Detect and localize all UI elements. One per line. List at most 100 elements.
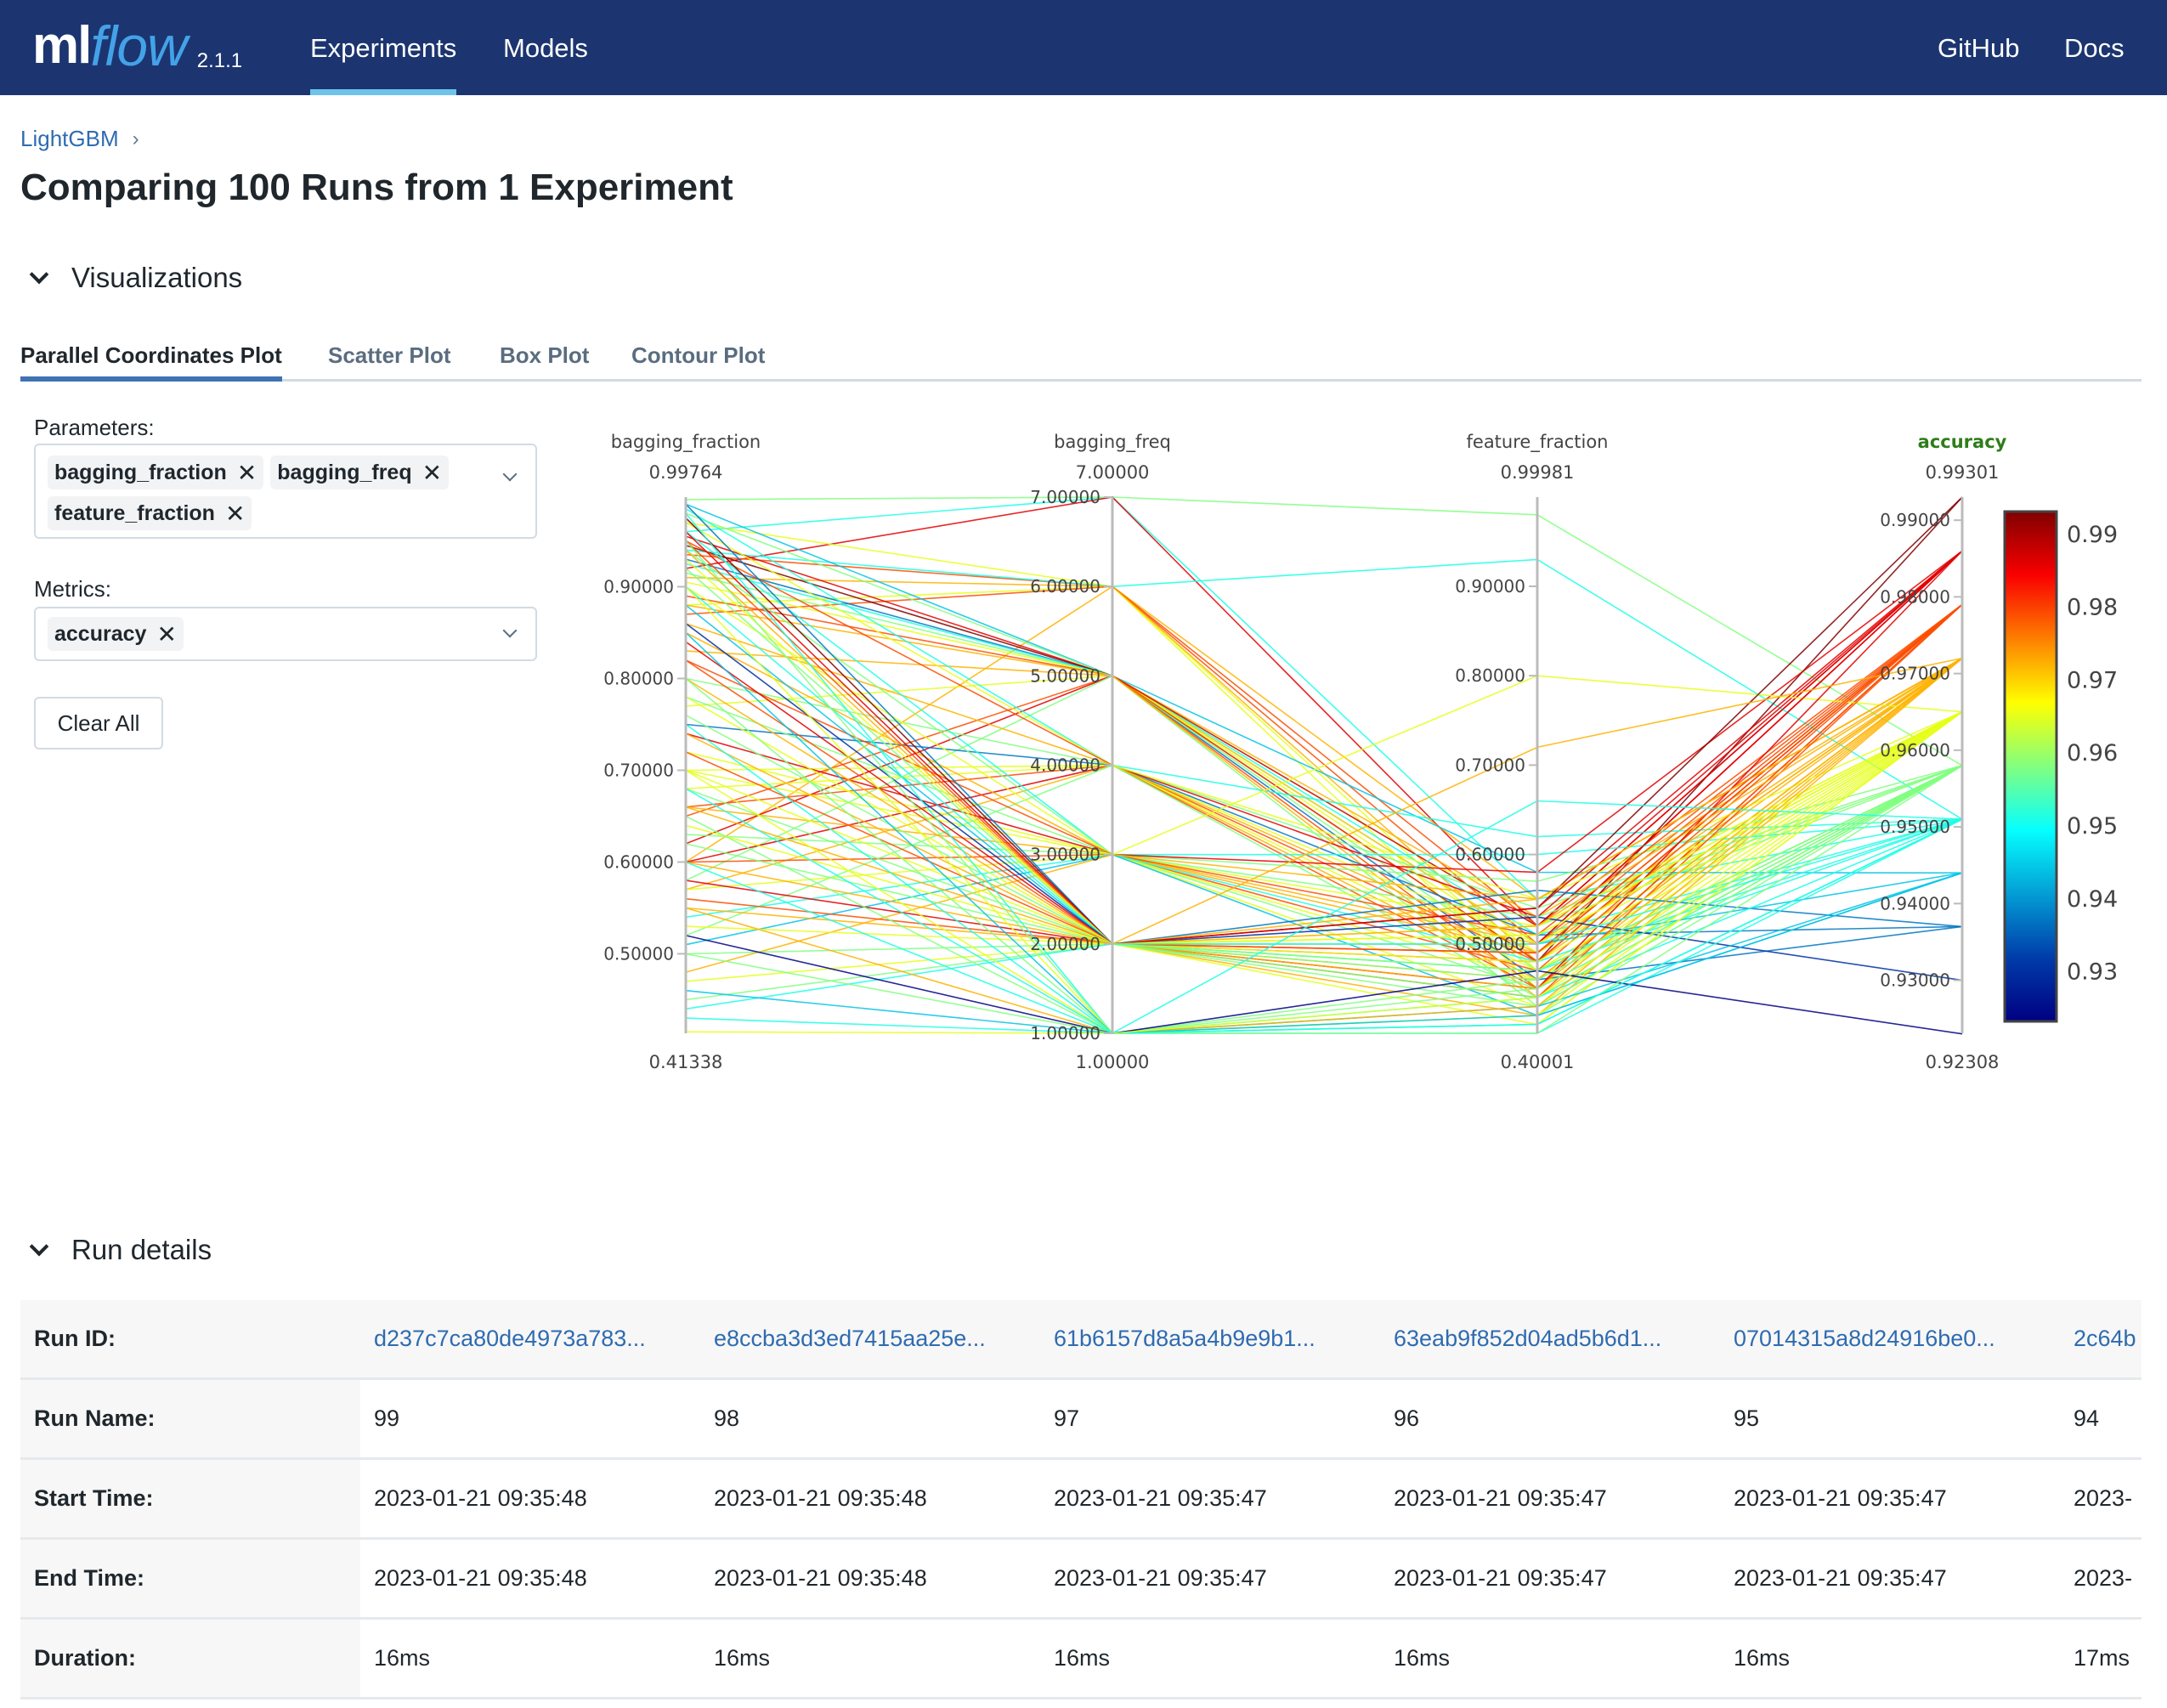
- param-tag-label: bagging_freq: [277, 460, 412, 484]
- axis-min-label: 1.00000: [1076, 1052, 1150, 1072]
- parameters-select[interactable]: bagging_fraction ✕ bagging_freq ✕ featur…: [34, 444, 537, 539]
- breadcrumb-experiment-link[interactable]: LightGBM: [20, 126, 119, 152]
- start-time-cell: 2023-01-21 09:35:47: [1394, 1485, 1607, 1511]
- tick-label: 0.98000: [1880, 586, 1950, 607]
- run-id-link[interactable]: 63eab9f852d04ad5b6d1...: [1394, 1300, 1734, 1377]
- axis-title: feature_fraction: [1467, 432, 1609, 453]
- nav-experiments[interactable]: Experiments: [310, 0, 457, 95]
- tick-label: 0.93000: [1880, 970, 1950, 991]
- version-label: 2.1.1: [196, 49, 243, 72]
- visualizations-toggle[interactable]: Visualizations: [24, 262, 242, 294]
- row-label: End Time:: [20, 1540, 360, 1617]
- axis-max-label: 0.99764: [649, 462, 723, 483]
- axis-max-label: 0.99981: [1501, 462, 1575, 483]
- tick-label: 5.00000: [1030, 665, 1100, 686]
- tab-box-plot[interactable]: Box Plot: [500, 342, 589, 369]
- end-time-cell: 2023-01-21 09:35:47: [1054, 1565, 1267, 1591]
- start-time-cell: 2023-: [2074, 1485, 2133, 1511]
- duration-cell: 16ms: [1054, 1645, 1111, 1671]
- end-time-cell: 2023-: [2074, 1565, 2133, 1591]
- tick-label: 0.96000: [1880, 740, 1950, 761]
- row-label: Run Name:: [20, 1380, 360, 1457]
- tick-label: 0.80000: [1455, 665, 1525, 686]
- clear-all-button[interactable]: Clear All: [34, 697, 163, 749]
- duration-cell: 17ms: [2074, 1645, 2130, 1671]
- duration-cell: 16ms: [714, 1645, 771, 1671]
- chevron-down-icon[interactable]: [502, 467, 518, 482]
- metrics-label: Metrics:: [34, 576, 111, 602]
- logo-ml-text: ml: [32, 16, 92, 75]
- tick-label: 1.00000: [1030, 1023, 1100, 1043]
- axis-title: bagging_fraction: [611, 432, 761, 453]
- top-nav-bar: ml flow 2.1.1 Experiments Models GitHub …: [0, 0, 2167, 95]
- run-id-link[interactable]: 2c64b: [2074, 1300, 2142, 1377]
- nav-models[interactable]: Models: [503, 0, 588, 95]
- axis-min-label: 0.40001: [1501, 1052, 1575, 1072]
- chevron-down-icon: [29, 264, 49, 285]
- run-details-title: Run details: [71, 1234, 212, 1265]
- remove-tag-icon[interactable]: ✕: [225, 500, 245, 528]
- colorbar: 0.93 0.94 0.95 0.96 0.97 0.98 0.99: [2003, 510, 2118, 1023]
- metric-tag: accuracy ✕: [48, 617, 184, 651]
- remove-tag-icon[interactable]: ✕: [156, 620, 176, 648]
- duration-cell: 16ms: [374, 1645, 431, 1671]
- chevron-down-icon: [29, 1236, 49, 1257]
- axis-max-label: 0.99301: [1926, 462, 2000, 483]
- tick-label: 7.00000: [1030, 487, 1100, 507]
- nav-github[interactable]: GitHub: [1938, 0, 2019, 95]
- colorbar-tick-label: 0.98: [2067, 595, 2118, 621]
- parallel-coordinates-svg[interactable]: bagging_fraction 0.99764 0.41338 0.50000 0.6…: [578, 408, 2167, 1105]
- nav-docs[interactable]: Docs: [2064, 0, 2125, 95]
- chevron-down-icon[interactable]: [502, 623, 518, 638]
- tab-parallel-coordinates[interactable]: Parallel Coordinates Plot: [20, 342, 282, 382]
- tick-label: 6.00000: [1030, 576, 1100, 597]
- tick-label: 0.50000: [1455, 934, 1525, 954]
- parallel-coordinates-plot[interactable]: bagging_fraction 0.99764 0.41338 0.50000 0.6…: [578, 408, 2167, 1105]
- run-id-link[interactable]: e8ccba3d3ed7415aa25e...: [714, 1300, 1054, 1377]
- colorbar-tick-label: 0.93: [2067, 959, 2118, 986]
- tick-label: 0.70000: [1455, 755, 1525, 775]
- colorbar-tick-label: 0.94: [2067, 886, 2118, 913]
- row-label: Run ID:: [20, 1300, 360, 1377]
- start-time-cell: 2023-01-21 09:35:47: [1054, 1485, 1267, 1511]
- run-id-link[interactable]: 07014315a8d24916be0...: [1734, 1300, 2074, 1377]
- tick-label: 0.50000: [603, 943, 674, 964]
- metrics-select[interactable]: accuracy ✕: [34, 607, 537, 661]
- end-time-cell: 2023-01-21 09:35:47: [1734, 1565, 1947, 1591]
- remove-tag-icon[interactable]: ✕: [237, 459, 257, 487]
- duration-cell: 16ms: [1394, 1645, 1451, 1671]
- run-details-table: Run ID: d237c7ca80de4973a783... e8ccba3d…: [20, 1300, 2142, 1700]
- tick-label: 0.80000: [603, 668, 674, 688]
- colorbar-tick-label: 0.99: [2067, 522, 2118, 548]
- run-name-cell: 99: [374, 1405, 400, 1431]
- axis-title: bagging_freq: [1054, 432, 1171, 453]
- run-lines: [685, 496, 1963, 1035]
- tick-label: 0.90000: [1455, 576, 1525, 597]
- remove-tag-icon[interactable]: ✕: [422, 459, 442, 487]
- axis-title: accuracy: [1918, 432, 2007, 452]
- axis-max-label: 7.00000: [1076, 462, 1150, 483]
- axis-min-label: 0.92308: [1926, 1052, 2000, 1072]
- tick-label: 0.94000: [1880, 893, 1950, 913]
- run-id-link[interactable]: 61b6157d8a5a4b9e9b1...: [1054, 1300, 1394, 1377]
- run-id-link[interactable]: d237c7ca80de4973a783...: [374, 1300, 714, 1377]
- run-details-toggle[interactable]: Run details: [24, 1234, 212, 1266]
- visualizations-title: Visualizations: [71, 262, 243, 293]
- start-time-cell: 2023-01-21 09:35:48: [714, 1485, 927, 1511]
- end-time-cell: 2023-01-21 09:35:48: [374, 1565, 587, 1591]
- tab-contour-plot[interactable]: Contour Plot: [631, 342, 765, 369]
- tick-label: 0.60000: [1455, 845, 1525, 865]
- tick-label: 3.00000: [1030, 845, 1100, 865]
- colorbar-tick-label: 0.95: [2067, 813, 2118, 840]
- tick-label: 0.70000: [603, 760, 674, 780]
- table-row-end-time: End Time: 2023-01-21 09:35:48 2023-01-21…: [20, 1540, 2142, 1620]
- tick-label: 0.60000: [603, 851, 674, 872]
- breadcrumb-separator-icon: ›: [132, 127, 139, 150]
- param-tag-label: feature_fraction: [54, 501, 215, 525]
- run-line: [685, 696, 1963, 990]
- tab-scatter-plot[interactable]: Scatter Plot: [328, 342, 451, 369]
- mlflow-logo[interactable]: ml flow 2.1.1: [32, 12, 242, 80]
- param-tag: feature_fraction ✕: [48, 496, 252, 530]
- breadcrumb: LightGBM ›: [20, 126, 139, 152]
- tick-label: 2.00000: [1030, 934, 1100, 954]
